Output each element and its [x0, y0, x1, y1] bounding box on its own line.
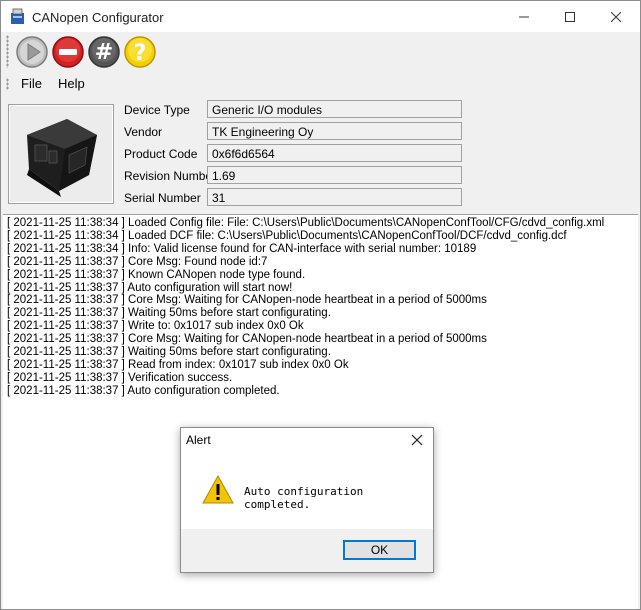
svg-text:?: ? — [134, 41, 147, 66]
menu-help[interactable]: Help — [58, 76, 85, 91]
dialog-title: Alert — [186, 433, 211, 447]
close-button[interactable] — [593, 1, 639, 32]
minimize-icon — [519, 16, 529, 17]
maximize-icon — [565, 11, 575, 22]
app-icon — [11, 8, 24, 24]
log-line: [ 2021-11-25 11:38:34 ] Loaded Config fi… — [7, 217, 605, 229]
log-line: [ 2021-11-25 11:38:34 ] Info: Valid lice… — [7, 242, 477, 255]
log-line: [ 2021-11-25 11:38:37 ] Auto configurati… — [7, 281, 293, 294]
dialog-close-icon[interactable] — [409, 432, 425, 448]
product-code-value: 0x6f6d6564 — [207, 144, 462, 162]
toolbar-grip[interactable] — [6, 35, 9, 68]
log-line: [ 2021-11-25 11:38:37 ] Waiting 50ms bef… — [7, 307, 331, 320]
vendor-value: TK Engineering Oy — [207, 122, 462, 140]
log-line: [ 2021-11-25 11:38:37 ] Write to: 0x1017… — [7, 320, 304, 333]
vendor-label: Vendor — [124, 125, 163, 139]
device-type-value: Generic I/O modules — [207, 100, 462, 118]
product-code-label: Product Code — [124, 147, 198, 161]
maximize-button[interactable] — [547, 1, 593, 32]
log-line: [ 2021-11-25 11:38:37 ] Core Msg: Found … — [7, 255, 268, 268]
minimize-button[interactable] — [501, 1, 547, 32]
play-icon[interactable] — [15, 35, 49, 69]
revision-number-value: 1.69 — [207, 166, 462, 184]
menu-bar: File Help — [1, 72, 640, 96]
revision-number-label: Revision Number — [124, 169, 217, 183]
log-line: [ 2021-11-25 11:38:37 ] Verification suc… — [7, 371, 233, 384]
toolbar: # ? — [1, 32, 640, 72]
window-title: CANopen Configurator — [32, 10, 164, 25]
log-line: [ 2021-11-25 11:38:37 ] Auto configurati… — [7, 384, 280, 397]
log-line: [ 2021-11-25 11:38:37 ] Core Msg: Waitin… — [7, 294, 487, 307]
log-line: [ 2021-11-25 11:38:37 ] Core Msg: Waitin… — [7, 333, 487, 346]
log-line: [ 2021-11-25 11:38:37 ] Waiting 50ms bef… — [7, 346, 331, 359]
serial-number-value: 31 — [207, 188, 462, 206]
dialog-message: Auto configuration completed. — [244, 485, 364, 511]
hash-icon[interactable]: # — [87, 35, 121, 69]
menu-file[interactable]: File — [21, 76, 42, 91]
log-line: [ 2021-11-25 11:38:37 ] Read from index:… — [7, 358, 349, 371]
serial-number-label: Serial Number — [124, 191, 201, 205]
connector-icon — [27, 119, 97, 197]
ok-button[interactable]: OK — [343, 540, 416, 560]
stop-icon[interactable] — [51, 35, 85, 69]
device-info-panel: Device Type Generic I/O modules Vendor T… — [1, 96, 640, 214]
title-bar[interactable]: CANopen Configurator — [1, 1, 640, 32]
dialog-footer: OK — [181, 529, 433, 572]
device-type-label: Device Type — [124, 103, 190, 117]
menu-grip[interactable] — [6, 78, 9, 90]
svg-text:#: # — [95, 40, 113, 65]
log-line: [ 2021-11-25 11:38:37 ] Known CANopen no… — [7, 268, 306, 281]
log-line: [ 2021-11-25 11:38:34 ] Loaded DCF file:… — [7, 229, 567, 242]
alert-dialog: Alert Auto configuration completed. OK — [180, 427, 434, 573]
close-icon — [611, 11, 621, 22]
device-image — [8, 104, 114, 204]
help-icon[interactable]: ? — [123, 35, 157, 69]
warning-icon — [202, 475, 234, 504]
